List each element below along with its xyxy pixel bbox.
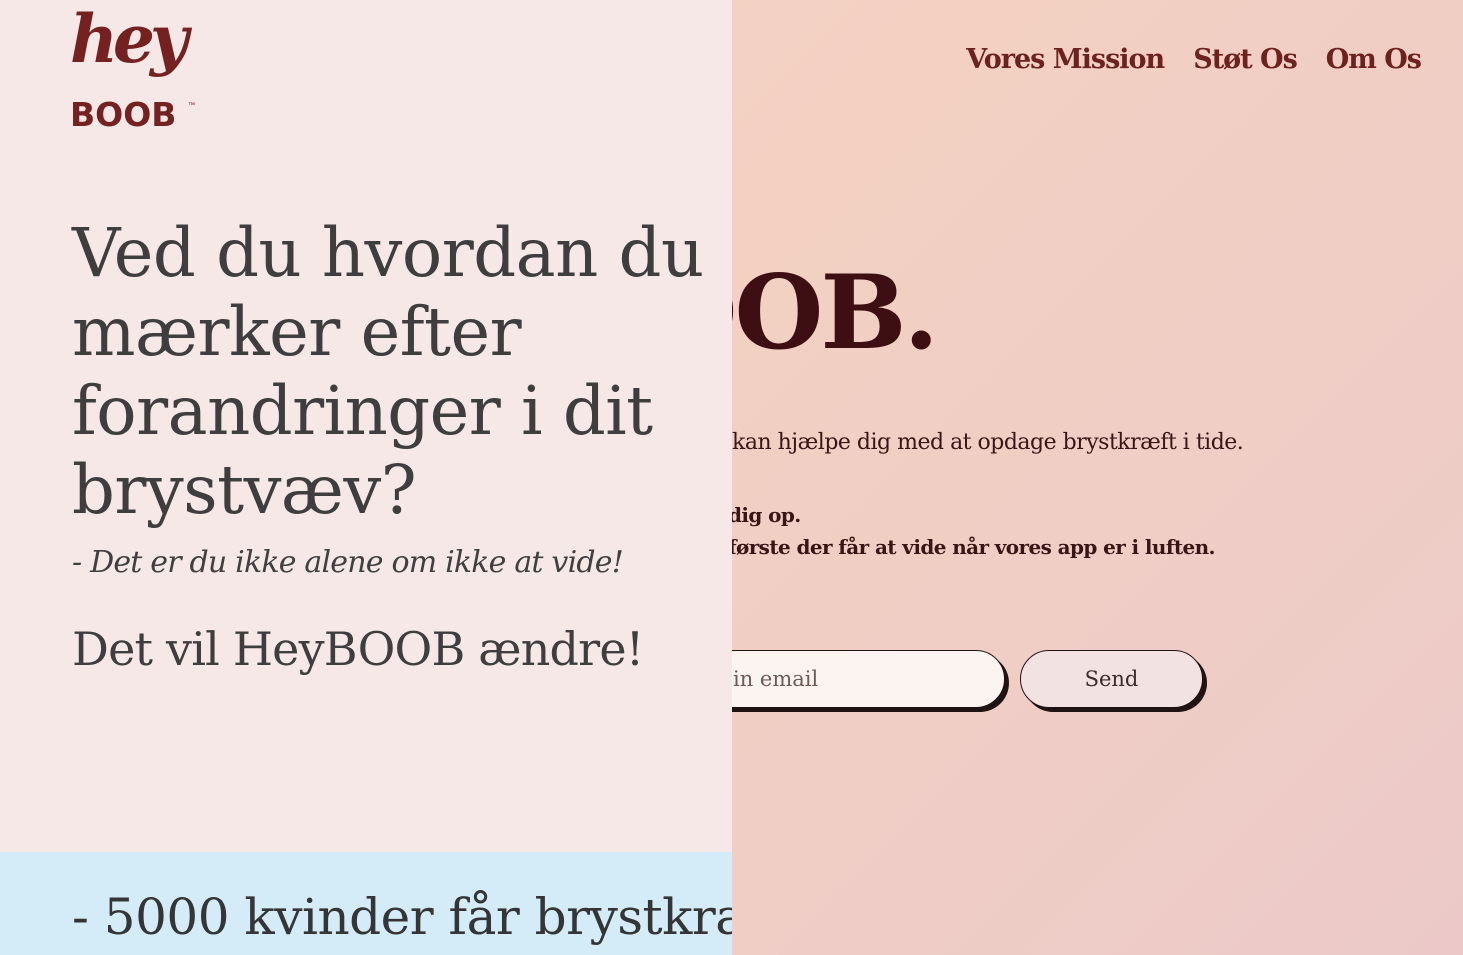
email-input[interactable]	[732, 650, 1005, 708]
info-overlay: hey BOOB ™ Ved du hvordan du mærker efte…	[0, 0, 732, 852]
logo-trademark: ™	[188, 102, 195, 109]
hero-intro-text: kan hjælpe dig med at opdage brystkræft …	[732, 430, 1244, 455]
logo-boob-text: BOOB	[70, 95, 177, 134]
send-button[interactable]: Send	[1020, 650, 1203, 708]
hero-title: HeyBOOB.	[732, 253, 939, 373]
hero-section: HeyBOOB. kan hjælpe dig med at opdage br…	[732, 0, 1463, 955]
stat-band: - 5000 kvinder får brystkræft	[0, 852, 732, 955]
overlay-headline: Ved du hvordan du mærker efter forandrin…	[72, 214, 704, 529]
overlay-change-text: Det vil HeyBOOB ændre!	[72, 622, 644, 676]
overlay-subtitle: - Det er du ikke alene om ikke at vide!	[72, 545, 624, 580]
logo-hey-text: hey	[70, 0, 188, 78]
heyboob-logo[interactable]: hey BOOB ™	[70, 0, 200, 134]
hero-notify-text: første der får at vide når vores app er …	[732, 535, 1216, 559]
hero-signup-text: dig op.	[732, 503, 801, 527]
stat-text: - 5000 kvinder får brystkræft	[72, 888, 732, 946]
